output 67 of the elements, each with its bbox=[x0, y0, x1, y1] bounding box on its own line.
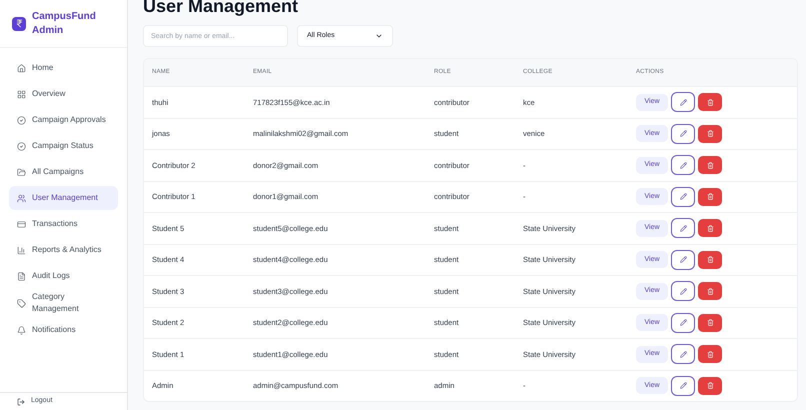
pencil-icon bbox=[680, 224, 686, 232]
logo-icon bbox=[12, 16, 26, 30]
sidebar-item[interactable]: Audit Logs bbox=[9, 264, 118, 288]
chevron-down-icon bbox=[375, 32, 383, 40]
edit-button[interactable] bbox=[671, 281, 695, 302]
delete-button[interactable] bbox=[698, 93, 722, 112]
bar-chart-icon bbox=[17, 246, 26, 254]
edit-button[interactable] bbox=[671, 344, 695, 364]
delete-button[interactable] bbox=[698, 282, 722, 300]
sidebar-item[interactable]: All Campaigns bbox=[9, 160, 118, 184]
sidebar-item[interactable]: Category Management bbox=[9, 290, 118, 316]
delete-button[interactable] bbox=[698, 219, 722, 238]
trash-icon bbox=[706, 350, 714, 358]
edit-button[interactable] bbox=[671, 376, 695, 396]
pencil-icon bbox=[680, 288, 686, 295]
trash-icon bbox=[706, 162, 714, 169]
pencil-icon bbox=[680, 382, 686, 390]
trash-icon bbox=[706, 193, 714, 200]
edit-button[interactable] bbox=[671, 218, 695, 238]
sidebar-item[interactable]: Campaign Status bbox=[9, 134, 118, 158]
brand-name: CampusFund bbox=[32, 10, 96, 24]
sidebar-item[interactable]: User Management bbox=[9, 186, 118, 210]
check-circle-icon bbox=[17, 116, 26, 124]
pencil-icon bbox=[680, 350, 686, 358]
sidebar-item[interactable]: Home bbox=[9, 56, 118, 80]
delete-button[interactable] bbox=[698, 124, 722, 143]
delete-button[interactable] bbox=[698, 188, 722, 206]
credit-card-icon bbox=[17, 220, 26, 228]
delete-button[interactable] bbox=[698, 345, 722, 364]
edit-button[interactable] bbox=[671, 312, 695, 333]
pencil-icon bbox=[680, 98, 686, 106]
trash-icon bbox=[706, 319, 714, 326]
pencil-icon bbox=[680, 319, 686, 326]
trash-icon bbox=[706, 224, 714, 232]
trash-icon bbox=[706, 382, 714, 390]
delete-button[interactable] bbox=[698, 250, 722, 269]
logout-icon bbox=[17, 398, 25, 406]
edit-button[interactable] bbox=[671, 124, 695, 144]
delete-button[interactable] bbox=[698, 314, 722, 332]
sidebar-item[interactable]: Campaign Approvals bbox=[9, 108, 118, 132]
bell-icon bbox=[17, 326, 26, 334]
trash-icon bbox=[706, 288, 714, 295]
edit-button[interactable] bbox=[671, 155, 695, 176]
pencil-icon bbox=[680, 256, 686, 264]
tag-icon bbox=[17, 298, 26, 308]
grid-icon bbox=[17, 90, 26, 98]
check-circle-icon bbox=[17, 142, 26, 150]
sidebar-item[interactable]: Reports & Analytics bbox=[9, 238, 118, 262]
sidebar-item[interactable]: Overview bbox=[9, 82, 118, 106]
trash-icon bbox=[706, 256, 714, 264]
delete-button[interactable] bbox=[698, 376, 722, 395]
document-icon bbox=[17, 272, 26, 280]
delete-button[interactable] bbox=[698, 156, 722, 174]
pencil-icon bbox=[680, 130, 686, 138]
house-icon bbox=[17, 64, 26, 72]
brand-name: Admin bbox=[32, 24, 64, 38]
trash-icon bbox=[706, 130, 714, 138]
edit-button[interactable] bbox=[671, 186, 695, 207]
sidebar-item[interactable]: Transactions bbox=[9, 212, 118, 236]
trash-icon bbox=[706, 98, 714, 106]
edit-button[interactable] bbox=[671, 250, 695, 270]
sidebar-item[interactable]: Notifications bbox=[9, 318, 118, 342]
pencil-icon bbox=[680, 193, 686, 200]
users-icon bbox=[17, 194, 26, 202]
edit-button[interactable] bbox=[671, 92, 695, 112]
folder-icon bbox=[17, 168, 26, 176]
pencil-icon bbox=[680, 162, 686, 169]
